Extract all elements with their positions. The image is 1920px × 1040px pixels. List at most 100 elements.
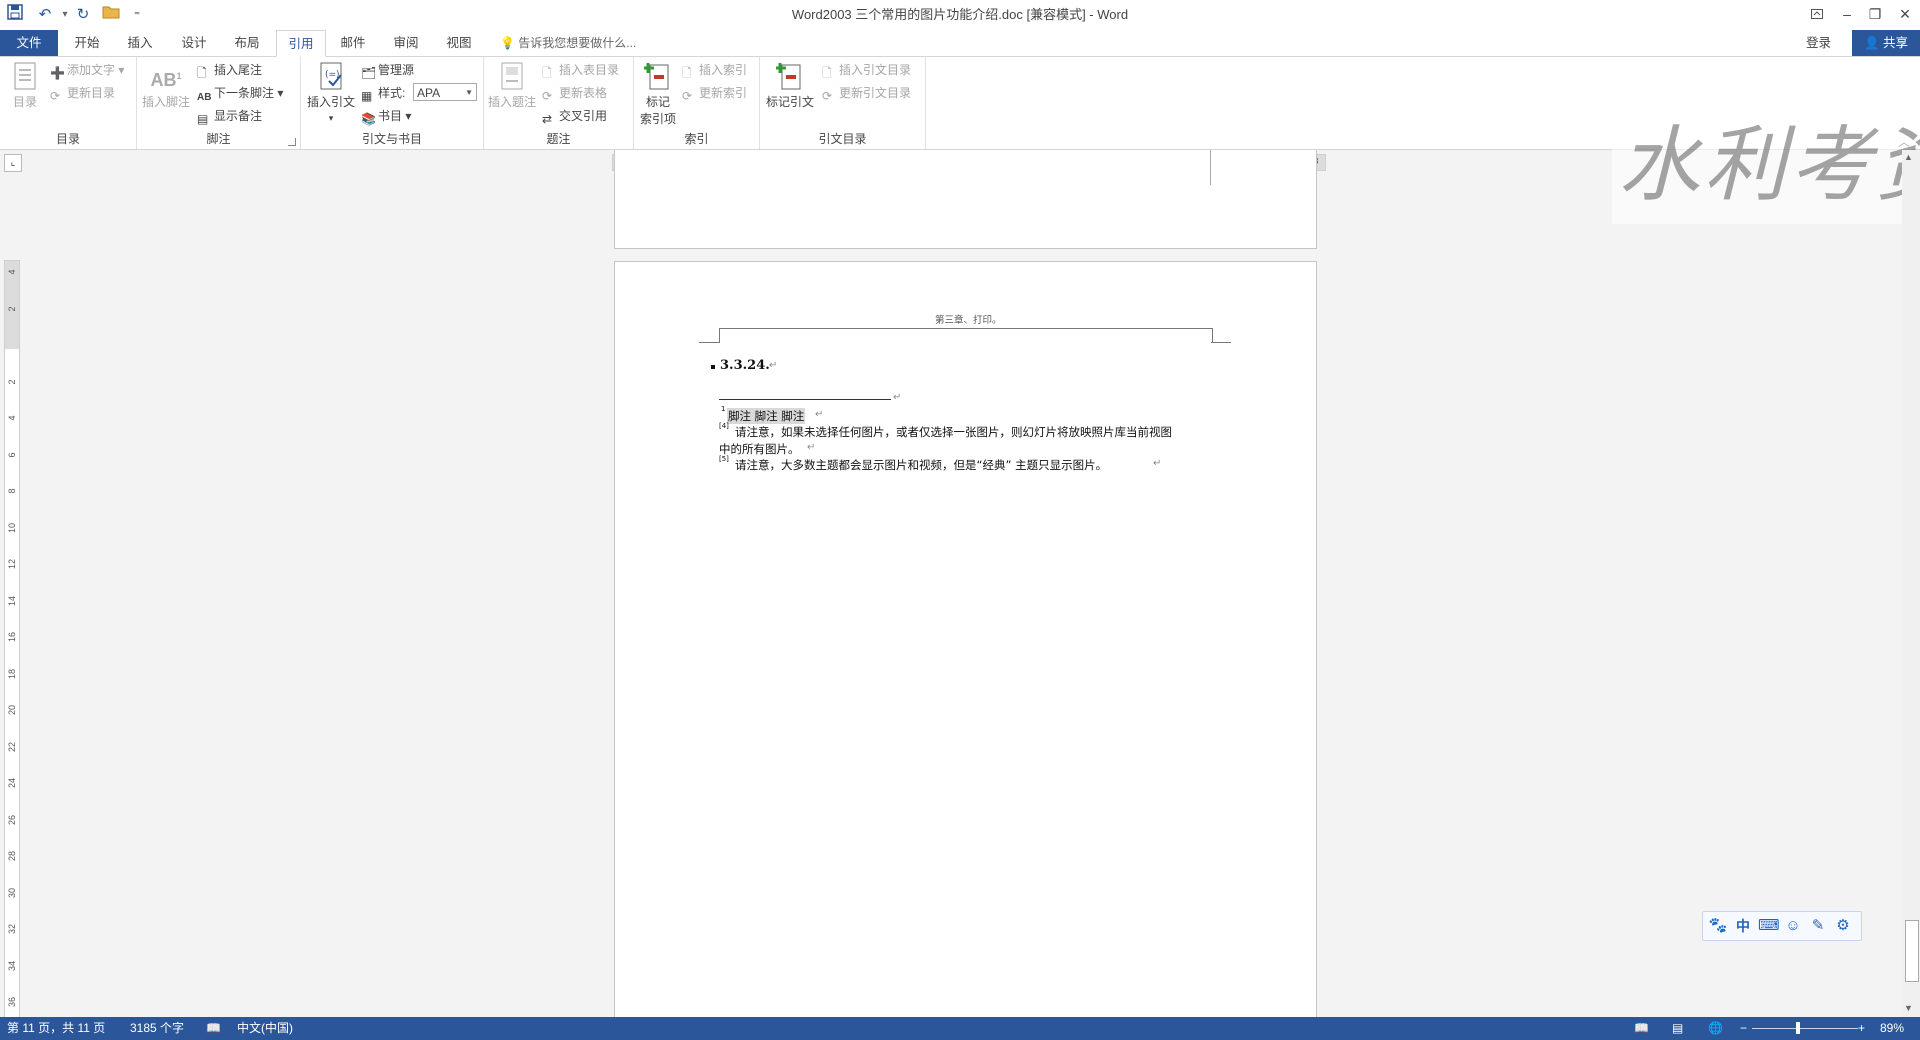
manage-sources-button[interactable]: 🗂 管理源: [361, 60, 414, 80]
style-icon: ▦: [361, 89, 373, 103]
insert-table-of-figures-button[interactable]: 🗋 插入表目录: [542, 60, 619, 80]
zoom-out-icon[interactable]: −: [1740, 1017, 1747, 1040]
ime-emoji-icon[interactable]: ☺: [1783, 916, 1803, 936]
mark-entry-button[interactable]: 标记 索引项: [636, 61, 680, 127]
undo-icon[interactable]: ↶: [34, 4, 56, 26]
tell-me-search[interactable]: 💡 告诉我您想要做什么...: [500, 30, 636, 56]
language-indicator[interactable]: 中文(中国): [237, 1017, 293, 1040]
manage-sources-icon: 🗂: [361, 66, 377, 80]
vertical-ruler[interactable]: 4 2 2 4 6 8 10 12 14 16 18 20 22 24 26 28 30 32 34 36: [4, 260, 20, 1019]
cross-reference-button[interactable]: ⇄ 交叉引用: [542, 106, 607, 126]
footnote-dialog-launcher-icon[interactable]: [288, 138, 296, 146]
update-toc-button[interactable]: ⟳ 更新目录: [50, 83, 115, 103]
document-page[interactable]: 第三章、打印。 3.3.24. ↵ ↵ 1 脚注 脚注 脚注 ↵ [4] 请注意…: [614, 261, 1317, 1033]
redo-icon[interactable]: ↻: [72, 4, 94, 26]
tab-references[interactable]: 引用: [276, 30, 326, 57]
vertical-ruler-tick-label: 26: [7, 814, 17, 825]
vertical-scrollbar[interactable]: [1902, 150, 1920, 1017]
next-footnote-button[interactable]: AB 下一条脚注 ▾: [197, 83, 283, 103]
web-layout-icon[interactable]: 🌐: [1708, 1017, 1723, 1040]
ime-paw-icon[interactable]: 🐾: [1708, 916, 1728, 936]
insert-toa-button[interactable]: 🗋 插入引文目录: [822, 60, 911, 80]
page-header-text: 第三章、打印。: [935, 315, 1002, 326]
scroll-down-icon[interactable]: ▼: [1904, 1003, 1913, 1013]
show-notes-button[interactable]: ▤ 显示备注: [197, 106, 262, 126]
proofing-icon[interactable]: 📖: [206, 1017, 221, 1040]
read-mode-icon[interactable]: 📖: [1634, 1017, 1649, 1040]
zoom-slider[interactable]: [1752, 1028, 1858, 1029]
mark-citation-button[interactable]: 标记引文: [764, 61, 816, 110]
mark-citation-icon: [776, 63, 801, 90]
vertical-ruler-tick-label: 18: [7, 668, 17, 679]
add-text-icon: ➕: [50, 66, 65, 80]
vertical-ruler-tick-label: 2: [7, 306, 17, 312]
vertical-ruler-tick-label: 36: [7, 997, 17, 1008]
title-bar: Word2003 三个常用的图片功能介绍.doc [兼容模式] - Word ↶…: [0, 0, 1920, 30]
footnote-ref-2: [4]: [719, 422, 729, 430]
tab-file[interactable]: 文件: [0, 30, 58, 56]
update-toa-button[interactable]: ⟳ 更新引文目录: [822, 83, 911, 103]
vertical-ruler-tick-label: 30: [7, 887, 17, 898]
restore-icon[interactable]: ❐: [1860, 0, 1890, 30]
header-border-right: [1211, 342, 1231, 343]
close-icon[interactable]: ×: [1890, 0, 1920, 30]
page-count[interactable]: 第 11 页，共 11 页: [7, 1017, 105, 1040]
tab-design[interactable]: 设计: [173, 30, 215, 56]
zoom-slider-thumb[interactable]: [1796, 1022, 1800, 1034]
paragraph-mark: ↵: [769, 360, 778, 371]
update-index-button[interactable]: ⟳ 更新索引: [682, 83, 747, 103]
next-footnote-icon: AB: [197, 92, 212, 103]
status-bar: 第 11 页，共 11 页 3185 个字 📖 中文(中国) 📖 ▤ 🌐 − +…: [0, 1017, 1920, 1040]
zoom-level[interactable]: 89%: [1880, 1017, 1904, 1040]
tab-review[interactable]: 审阅: [385, 30, 427, 56]
customize-qa-icon[interactable]: ⁼: [126, 4, 148, 26]
ime-toolbar[interactable]: 🐾 中 ⌨ ☺ ✎ ⚙: [1702, 911, 1862, 941]
update-toa-icon: ⟳: [822, 89, 833, 103]
insert-caption-button[interactable]: 插入题注: [486, 61, 538, 110]
minimize-icon[interactable]: –: [1832, 0, 1862, 30]
previous-page: [614, 150, 1317, 249]
scrollbar-thumb[interactable]: [1905, 920, 1919, 982]
tab-view[interactable]: 视图: [438, 30, 480, 56]
insert-citation-button[interactable]: (=) 插入引文 ▾: [305, 61, 357, 124]
footnote-3-paragraph-mark: ↵: [1153, 458, 1162, 469]
toc-button[interactable]: 目录: [6, 61, 44, 110]
group-label-citations: 引文与书目: [361, 132, 422, 146]
person-icon: 👤: [1863, 36, 1880, 50]
ribbon-display-options-icon[interactable]: [1802, 0, 1832, 30]
insert-endnote-button[interactable]: 🗋 插入尾注: [197, 60, 262, 80]
save-icon[interactable]: [4, 4, 26, 26]
ime-chinese-mode-icon[interactable]: 中: [1733, 916, 1753, 936]
header-border: [719, 328, 1213, 343]
footnote-ref-1: 1: [721, 405, 726, 413]
footnote-text-2-line1[interactable]: 请注意，如果未选择任何图片，或者仅选择一张图片，则幻灯片将放映照片库当前视图: [735, 424, 1172, 440]
word-count[interactable]: 3185 个字: [130, 1017, 184, 1040]
tab-insert[interactable]: 插入: [119, 30, 161, 56]
footnote-text-3[interactable]: 请注意，大多数主题都会显示图片和视频，但是“经典” 主题只显示图片。: [735, 457, 1107, 473]
add-text-button[interactable]: ➕ 添加文字 ▾: [50, 60, 124, 80]
tab-stop-selector[interactable]: ⌞: [4, 154, 22, 172]
update-table-button[interactable]: ⟳ 更新表格: [542, 83, 607, 103]
cross-reference-icon: ⇄: [542, 112, 553, 126]
tab-home[interactable]: 开始: [66, 30, 108, 56]
print-layout-icon[interactable]: ▤: [1672, 1017, 1683, 1040]
ime-handwriting-icon[interactable]: ✎: [1808, 916, 1828, 936]
tab-mailings[interactable]: 邮件: [332, 30, 374, 56]
insert-index-button[interactable]: 🗋 插入索引: [682, 60, 747, 80]
footnote-text-1[interactable]: 脚注 脚注 脚注: [727, 408, 806, 424]
vertical-ruler-tick-label: 10: [7, 522, 17, 533]
zoom-in-icon[interactable]: +: [1858, 1017, 1865, 1040]
insert-footnote-button[interactable]: AB1 插入脚注: [141, 61, 191, 110]
style-select[interactable]: APA ▼: [413, 83, 477, 101]
watermark-text: 水利考资: [1618, 118, 1920, 213]
bibliography-button[interactable]: 📚 书目 ▾: [361, 106, 411, 126]
share-button[interactable]: 👤 共享: [1852, 30, 1920, 56]
ime-keyboard-icon[interactable]: ⌨: [1758, 916, 1780, 936]
footnote-text-2-line2[interactable]: 中的所有图片。: [719, 441, 800, 457]
open-folder-icon[interactable]: [100, 4, 122, 26]
group-label-toa: 引文目录: [818, 132, 867, 146]
ime-settings-icon[interactable]: ⚙: [1833, 916, 1853, 936]
login-link[interactable]: 登录: [1806, 30, 1831, 56]
scroll-up-icon[interactable]: ▲: [1904, 152, 1913, 162]
tab-layout[interactable]: 布局: [226, 30, 268, 56]
